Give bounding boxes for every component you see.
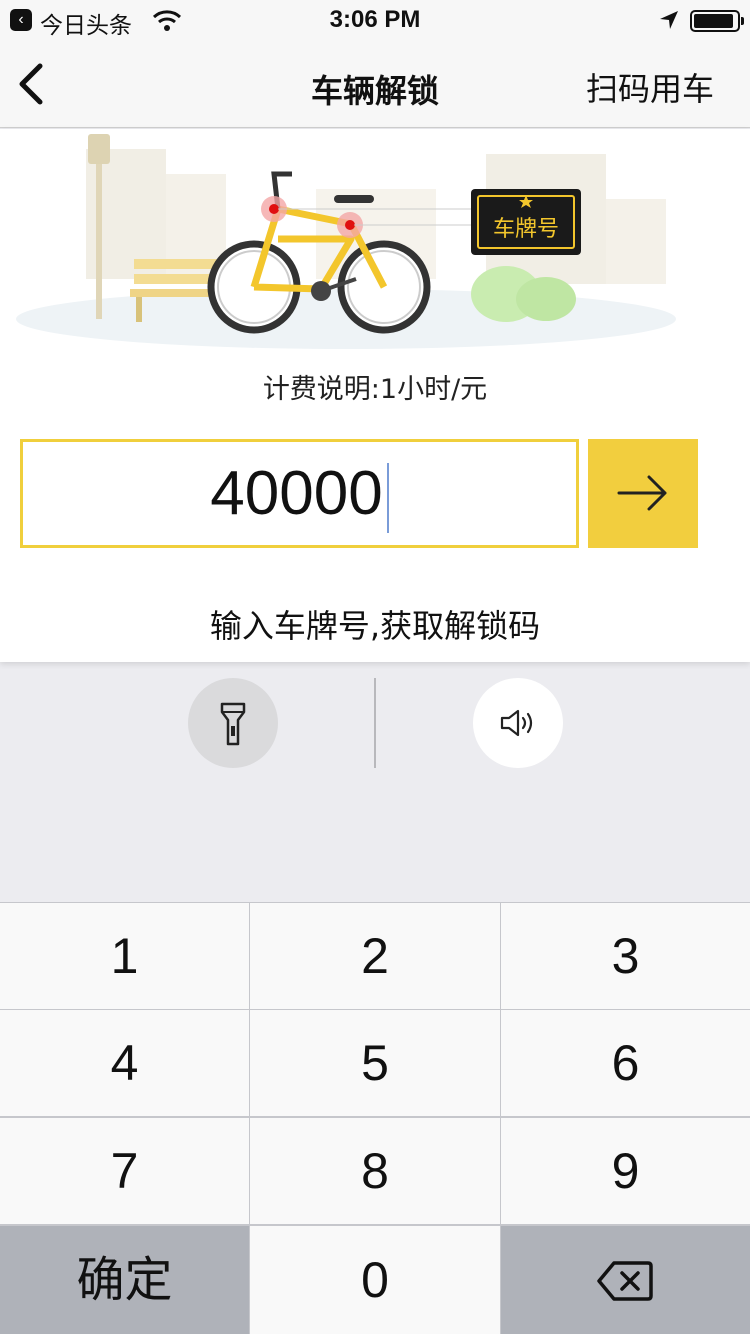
scan-to-ride-button[interactable]: 扫码用车 bbox=[586, 64, 714, 110]
key-4[interactable]: 4 bbox=[0, 1010, 249, 1116]
navigation-bar: 车辆解锁 扫码用车 bbox=[0, 40, 750, 128]
key-6[interactable]: 6 bbox=[501, 1010, 750, 1116]
key-8[interactable]: 8 bbox=[250, 1118, 500, 1224]
bike-illustration bbox=[16, 134, 676, 349]
backspace-icon bbox=[597, 1261, 653, 1301]
key-9[interactable]: 9 bbox=[501, 1118, 750, 1224]
submit-arrow-button[interactable] bbox=[588, 439, 698, 548]
plate-tag-label: 车牌号 bbox=[492, 217, 559, 242]
arrow-right-icon bbox=[617, 475, 667, 511]
fee-note: 计费说明:1小时/元 bbox=[262, 374, 488, 405]
key-3[interactable]: 3 bbox=[501, 903, 750, 1009]
status-bar: ‹ 今日头条 3:06 PM bbox=[0, 0, 750, 40]
flashlight-icon bbox=[220, 702, 246, 746]
text-caret bbox=[386, 462, 389, 533]
numeric-keypad: 1 2 3 4 5 6 7 8 9 确定 0 bbox=[0, 902, 750, 1334]
key-0[interactable]: 0 bbox=[250, 1226, 500, 1334]
input-hint: 输入车牌号,获取解锁码 bbox=[209, 607, 541, 645]
battery-level bbox=[694, 14, 733, 28]
location-arrow-icon bbox=[660, 11, 678, 29]
controls-divider bbox=[374, 678, 376, 768]
battery-icon bbox=[690, 10, 744, 32]
confirm-key[interactable]: 确定 bbox=[0, 1226, 249, 1334]
sound-button[interactable] bbox=[473, 678, 563, 768]
backspace-key[interactable] bbox=[501, 1226, 750, 1334]
status-time: 3:06 PM bbox=[329, 6, 421, 33]
key-1[interactable]: 1 bbox=[0, 903, 249, 1009]
unlock-card: 车牌号 计费说明:1小时/元 40000 输入车牌号,获取解锁码 bbox=[0, 129, 750, 662]
plate-number-input[interactable]: 40000 bbox=[20, 439, 579, 548]
key-2[interactable]: 2 bbox=[250, 903, 500, 1009]
key-7[interactable]: 7 bbox=[0, 1118, 249, 1224]
key-5[interactable]: 5 bbox=[250, 1010, 500, 1116]
speaker-icon bbox=[500, 709, 533, 737]
plate-number-value: 40000 bbox=[210, 459, 383, 528]
flashlight-button[interactable] bbox=[188, 678, 278, 768]
